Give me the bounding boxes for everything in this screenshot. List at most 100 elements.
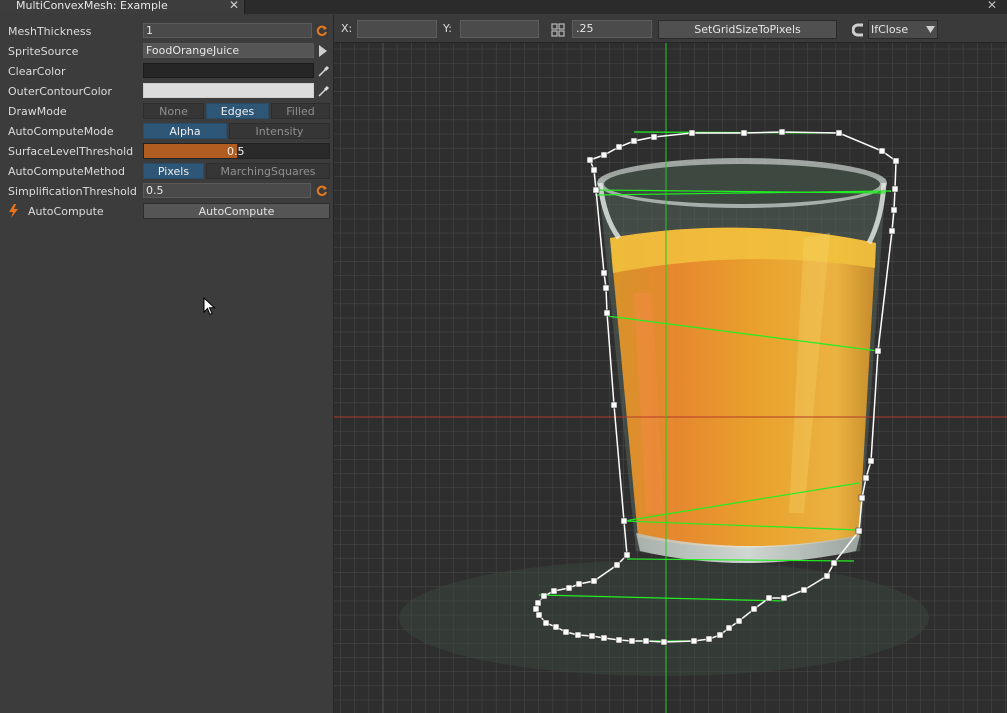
row-auto-compute: AutoCompute AutoCompute xyxy=(0,201,333,221)
outline-vertex xyxy=(588,632,596,640)
outline-vertex xyxy=(562,628,570,636)
outline-vertex xyxy=(650,133,658,141)
row-auto-compute-mode: AutoComputeMode Alpha Intensity xyxy=(0,121,333,141)
outline-vertex xyxy=(532,605,540,613)
viewport-toolbar: X: Y: .25 SetGridSizeToPixels IfClose xyxy=(334,15,1007,43)
x-label: X: xyxy=(341,22,353,35)
outline-vertex xyxy=(867,457,875,465)
outline-vertex xyxy=(778,128,786,136)
auto-compute-label: AutoCompute xyxy=(28,205,104,218)
viewport-canvas[interactable] xyxy=(334,43,1007,713)
title-bar: MultiConvexMesh: Example ✕ ✕ xyxy=(0,0,1007,14)
outline-vertex xyxy=(565,584,573,592)
outline-vertex xyxy=(540,592,548,600)
outline-vertex xyxy=(888,227,896,235)
window-close-icon[interactable]: ✕ xyxy=(987,0,997,12)
property-panel: MeshThickness 1 SpriteSource FoodOrangeJ… xyxy=(0,15,334,713)
outline-vertex xyxy=(615,143,623,151)
outline-vertex xyxy=(542,619,550,627)
auto-compute-method-pixels[interactable]: Pixels xyxy=(143,163,204,179)
sprite-source-field[interactable]: FoodOrangeJuice xyxy=(143,43,314,58)
outline-vertex xyxy=(550,587,558,595)
row-draw-mode: DrawMode None Edges Filled xyxy=(0,101,333,121)
outline-vertex xyxy=(586,156,594,164)
outline-vertex xyxy=(630,137,638,145)
outline-vertex xyxy=(892,157,900,165)
outline-vertex xyxy=(874,347,882,355)
outer-contour-color-swatch[interactable] xyxy=(143,83,314,98)
window-tab[interactable]: MultiConvexMesh: Example ✕ xyxy=(0,0,245,14)
outline-vertex xyxy=(740,129,748,137)
row-mesh-thickness: MeshThickness 1 xyxy=(0,21,333,41)
outline-vertex xyxy=(590,577,598,585)
mouse-cursor-icon xyxy=(203,297,216,316)
surface-level-threshold-slider[interactable]: 0.5 xyxy=(143,143,330,159)
outline-vertex xyxy=(690,637,698,645)
window-tab-title: MultiConvexMesh: Example xyxy=(16,0,168,12)
grid-icon xyxy=(551,23,565,37)
outline-vertex xyxy=(878,147,886,155)
outline-vertex xyxy=(535,611,543,619)
row-auto-compute-method: AutoComputeMethod Pixels MarchingSquares xyxy=(0,161,333,181)
reset-icon[interactable] xyxy=(315,184,329,198)
play-arrow-icon[interactable] xyxy=(318,44,328,58)
outer-contour-color-label: OuterContourColor xyxy=(8,85,112,98)
sprite-shadow xyxy=(399,560,929,676)
outline-vertex xyxy=(705,635,713,643)
eyedropper-icon[interactable] xyxy=(317,84,330,98)
auto-compute-method-marching-squares[interactable]: MarchingSquares xyxy=(206,163,330,179)
outline-vertex xyxy=(575,580,583,588)
outline-vertex xyxy=(602,284,610,292)
row-sprite-source: SpriteSource FoodOrangeJuice xyxy=(0,41,333,61)
outline-vertex xyxy=(600,151,608,159)
auto-compute-mode-intensity[interactable]: Intensity xyxy=(229,123,330,139)
outline-vertex xyxy=(574,631,582,639)
auto-compute-mode-alpha[interactable]: Alpha xyxy=(143,123,227,139)
mesh-viewport[interactable] xyxy=(334,43,1007,713)
outline-vertex xyxy=(830,559,838,567)
outline-vertex xyxy=(620,517,628,525)
outline-vertex xyxy=(765,594,773,602)
clear-color-label: ClearColor xyxy=(8,65,66,78)
outline-vertex xyxy=(750,605,758,613)
surface-level-threshold-value: 0.5 xyxy=(227,145,245,158)
auto-compute-method-label: AutoComputeMethod xyxy=(8,165,125,178)
row-simplification-threshold: SimplificationThreshold 0.5 xyxy=(0,181,333,201)
surface-level-threshold-label: SurfaceLevelThreshold xyxy=(8,145,134,158)
outline-vertex xyxy=(823,572,831,580)
draw-mode-label: DrawMode xyxy=(8,105,67,118)
x-input[interactable] xyxy=(357,20,437,38)
outline-vertex xyxy=(552,623,560,631)
draw-mode-none[interactable]: None xyxy=(143,103,204,119)
row-outer-contour-color: OuterContourColor xyxy=(0,81,333,101)
outline-vertex xyxy=(615,636,623,644)
outline-vertex xyxy=(600,269,608,277)
simplification-threshold-input[interactable]: 0.5 xyxy=(143,183,311,198)
snap-mode-dropdown[interactable]: IfClose xyxy=(868,20,938,39)
outline-vertex xyxy=(660,638,668,646)
mesh-thickness-label: MeshThickness xyxy=(8,25,92,38)
reset-icon[interactable] xyxy=(315,24,329,38)
simplification-threshold-label: SimplificationThreshold xyxy=(8,185,137,198)
magnet-icon xyxy=(852,23,863,37)
tab-close-icon[interactable]: ✕ xyxy=(229,0,239,12)
outline-vertex xyxy=(610,401,618,409)
draw-mode-edges[interactable]: Edges xyxy=(206,103,269,119)
clear-color-swatch[interactable] xyxy=(143,63,314,78)
eyedropper-icon[interactable] xyxy=(317,64,330,78)
auto-compute-mode-label: AutoComputeMode xyxy=(8,125,114,138)
lightning-icon xyxy=(9,204,18,218)
auto-compute-button[interactable]: AutoCompute xyxy=(143,203,330,219)
set-grid-size-to-pixels-button[interactable]: SetGridSizeToPixels xyxy=(658,20,837,39)
y-input[interactable] xyxy=(460,20,539,38)
outline-vertex xyxy=(858,494,866,502)
grid-size-input[interactable]: .25 xyxy=(572,20,652,38)
draw-mode-filled[interactable]: Filled xyxy=(271,103,330,119)
outline-vertex xyxy=(716,631,724,639)
outline-vertex xyxy=(590,166,598,174)
mesh-thickness-input[interactable]: 1 xyxy=(143,23,312,38)
outline-vertex xyxy=(780,594,788,602)
outline-vertex xyxy=(642,637,650,645)
snap-mode-value: IfClose xyxy=(871,23,909,36)
outline-vertex xyxy=(534,599,542,607)
